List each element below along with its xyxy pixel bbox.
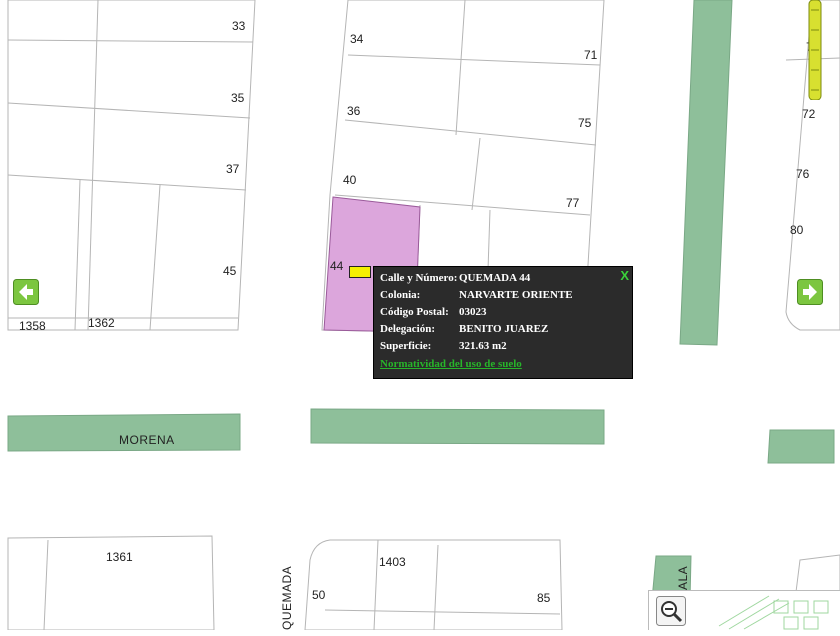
popup-value: 321.63 m2 bbox=[459, 340, 507, 352]
lot-number: 85 bbox=[537, 591, 551, 605]
street-label-morena: MORENA bbox=[119, 433, 175, 447]
lot-number: 50 bbox=[312, 588, 326, 602]
street-label-quemada: QUEMADA bbox=[280, 566, 294, 630]
street-label-ala: ALA bbox=[676, 566, 690, 590]
lot-number: 45 bbox=[223, 264, 237, 278]
lot-number: 40 bbox=[343, 173, 357, 187]
lot-number: 1362 bbox=[88, 316, 115, 330]
lot-number: 1361 bbox=[106, 550, 133, 564]
zoom-out-icon bbox=[656, 596, 686, 626]
popup-label: Código Postal: bbox=[380, 306, 449, 318]
lot-number: 36 bbox=[347, 104, 361, 118]
popup-label: Superficie: bbox=[380, 340, 432, 352]
lot-number: 34 bbox=[350, 32, 364, 46]
popup-label: Calle y Número: bbox=[380, 272, 458, 284]
popup-label: Delegación: bbox=[380, 323, 435, 335]
block-outline bbox=[7, 0, 256, 331]
popup-value: 03023 bbox=[459, 306, 487, 318]
block-outline bbox=[304, 539, 563, 630]
arrow-right-icon bbox=[797, 279, 823, 305]
lot-number: 76 bbox=[796, 167, 810, 181]
lot-number: 1403 bbox=[379, 555, 406, 569]
lot-number: 72 bbox=[802, 107, 816, 121]
zoom-out-button[interactable] bbox=[656, 596, 686, 626]
lot-number: 1358 bbox=[19, 319, 46, 333]
scrollbar-thumb[interactable] bbox=[808, 0, 822, 100]
pan-left-button[interactable] bbox=[13, 279, 39, 305]
lot-number: 44 bbox=[330, 259, 344, 273]
lot-number: 33 bbox=[232, 19, 246, 33]
street-vertical-right bbox=[679, 0, 733, 346]
lot-number: 71 bbox=[584, 48, 598, 62]
land-use-link[interactable]: Normatividad del uso de suelo bbox=[380, 358, 522, 370]
info-popup: X Calle y Número: QUEMADA 44 Colonia: NA… bbox=[373, 266, 633, 379]
street-morena-right bbox=[767, 429, 835, 464]
lot-number: 37 bbox=[226, 162, 240, 176]
street-morena-center bbox=[310, 408, 605, 445]
lot-number: 35 bbox=[231, 91, 245, 105]
lot-number: 80 bbox=[790, 223, 804, 237]
location-marker[interactable] bbox=[349, 266, 371, 278]
popup-value: BENITO JUAREZ bbox=[459, 323, 549, 335]
pan-right-button[interactable] bbox=[797, 279, 823, 305]
popup-label: Colonia: bbox=[380, 289, 421, 301]
popup-value: QUEMADA 44 bbox=[459, 272, 531, 284]
lot-number: 77 bbox=[566, 196, 580, 210]
close-button[interactable]: X bbox=[620, 268, 629, 283]
popup-value: NARVARTE ORIENTE bbox=[459, 289, 573, 301]
lot-number: 75 bbox=[578, 116, 592, 130]
arrow-left-icon bbox=[13, 279, 39, 305]
